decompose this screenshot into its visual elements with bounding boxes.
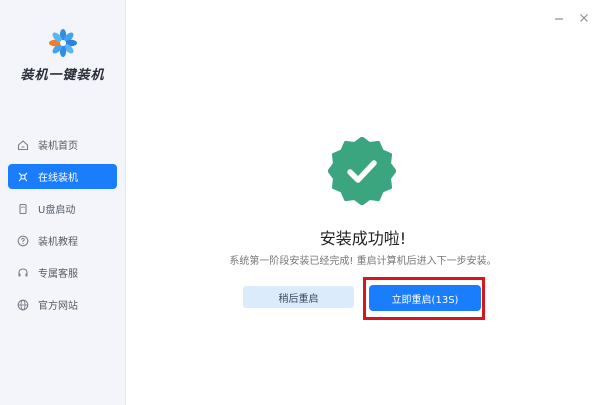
sidebar-item-label: 装机教程 <box>38 237 78 248</box>
sidebar-item-label: 在线装机 <box>38 173 78 184</box>
sidebar-item-label: U盘启动 <box>38 205 76 216</box>
help-icon <box>17 235 29 247</box>
restart-now-button[interactable]: 立即重启(13S) <box>369 285 481 311</box>
success-message: 系统第一阶段安装已经完成! 重启计算机后进入下一步安装。 <box>229 256 497 267</box>
sidebar-item-label: 官方网站 <box>38 301 78 312</box>
headset-icon <box>17 267 29 279</box>
restart-later-button[interactable]: 稍后重启 <box>243 286 354 308</box>
main-panel: 安装成功啦! 系统第一阶段安装已经完成! 重启计算机后进入下一步安装。 稍后重启… <box>126 0 600 405</box>
app-name: 装机一键装机 <box>20 68 105 83</box>
success-title: 安装成功啦! <box>319 229 407 248</box>
sidebar: 装机一键装机 装机首页 在线装机 U盘启动 装机教程 专属客服 官方网站 <box>0 0 126 405</box>
sidebar-item-online-install[interactable]: 在线装机 <box>8 164 117 189</box>
sidebar-item-tutorial[interactable]: 装机教程 <box>8 228 117 253</box>
sidebar-item-website[interactable]: 官方网站 <box>8 292 117 317</box>
logo-icon <box>48 29 77 57</box>
home-icon <box>17 139 29 151</box>
sidebar-item-label: 装机首页 <box>38 141 78 152</box>
success-check-icon <box>328 137 396 205</box>
sidebar-item-label: 专属客服 <box>38 269 78 280</box>
online-install-icon <box>17 171 29 183</box>
globe-icon <box>17 299 29 311</box>
sidebar-nav: 装机首页 在线装机 U盘启动 装机教程 专属客服 官方网站 <box>0 132 125 324</box>
app-window: 装机一键装机 装机首页 在线装机 U盘启动 装机教程 专属客服 官方网站 安装成… <box>0 0 600 405</box>
sidebar-item-support[interactable]: 专属客服 <box>8 260 117 285</box>
sidebar-item-usb-boot[interactable]: U盘启动 <box>8 196 117 221</box>
app-logo: 装机一键装机 <box>0 28 125 83</box>
sidebar-item-home[interactable]: 装机首页 <box>8 132 117 157</box>
usb-icon <box>17 203 29 215</box>
